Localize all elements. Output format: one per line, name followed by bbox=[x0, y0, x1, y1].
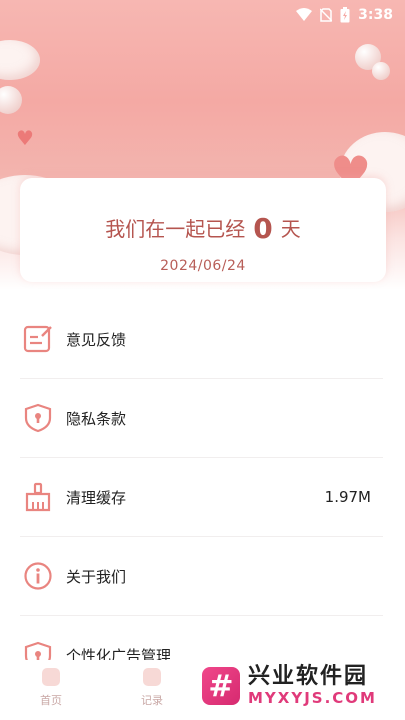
watermark-logo: # bbox=[202, 667, 240, 705]
menu-item-privacy[interactable]: 隐私条款 bbox=[20, 379, 383, 458]
info-icon bbox=[22, 560, 54, 592]
menu-label-about: 关于我们 bbox=[66, 567, 127, 586]
status-bar: 3:38 bbox=[0, 0, 405, 30]
tab-record-label: 记录 bbox=[141, 694, 163, 707]
watermark-title: 兴业软件园 bbox=[248, 663, 369, 689]
no-sim-icon bbox=[320, 8, 333, 22]
tab-record[interactable]: 记录 bbox=[122, 668, 182, 708]
watermark-subtitle: MYXYJS.COM bbox=[248, 689, 377, 708]
wifi-icon bbox=[296, 8, 313, 21]
battery-charging-icon bbox=[340, 7, 350, 23]
home-icon bbox=[42, 668, 60, 686]
menu-item-about[interactable]: 关于我们 bbox=[20, 537, 383, 616]
cloud-decoration bbox=[0, 40, 40, 80]
tab-home[interactable]: 首页 bbox=[21, 668, 81, 708]
menu-item-clear-cache[interactable]: 清理缓存 1.97M bbox=[20, 458, 383, 537]
feedback-edit-icon bbox=[22, 323, 54, 355]
together-suffix: 天 bbox=[280, 217, 301, 241]
tab-home-label: 首页 bbox=[40, 694, 62, 707]
together-prefix: 我们在一起已经 bbox=[105, 217, 246, 241]
menu-item-feedback[interactable]: 意见反馈 bbox=[20, 300, 383, 379]
settings-menu: 意见反馈 隐私条款 清理缓存 1.97M 关于我们 个性化广告管理 bbox=[20, 300, 383, 695]
together-days-text: 我们在一起已经 0 天 bbox=[20, 212, 386, 245]
menu-label-feedback: 意见反馈 bbox=[66, 330, 127, 349]
balloon-decoration bbox=[372, 62, 390, 80]
anniversary-card: 我们在一起已经 0 天 2024/06/24 bbox=[20, 178, 386, 282]
broom-icon bbox=[22, 481, 54, 513]
days-count: 0 bbox=[253, 212, 273, 245]
status-time: 3:38 bbox=[358, 7, 393, 23]
heart-icon: ♥ bbox=[16, 126, 34, 150]
site-watermark: # 兴业软件园 MYXYJS.COM bbox=[202, 657, 402, 715]
menu-label-privacy: 隐私条款 bbox=[66, 409, 127, 428]
menu-label-clear-cache: 清理缓存 bbox=[66, 488, 127, 507]
balloon-decoration bbox=[0, 86, 22, 114]
privacy-shield-icon bbox=[22, 402, 54, 434]
cache-size: 1.97M bbox=[324, 488, 371, 506]
start-date: 2024/06/24 bbox=[160, 258, 246, 274]
record-icon bbox=[143, 668, 161, 686]
